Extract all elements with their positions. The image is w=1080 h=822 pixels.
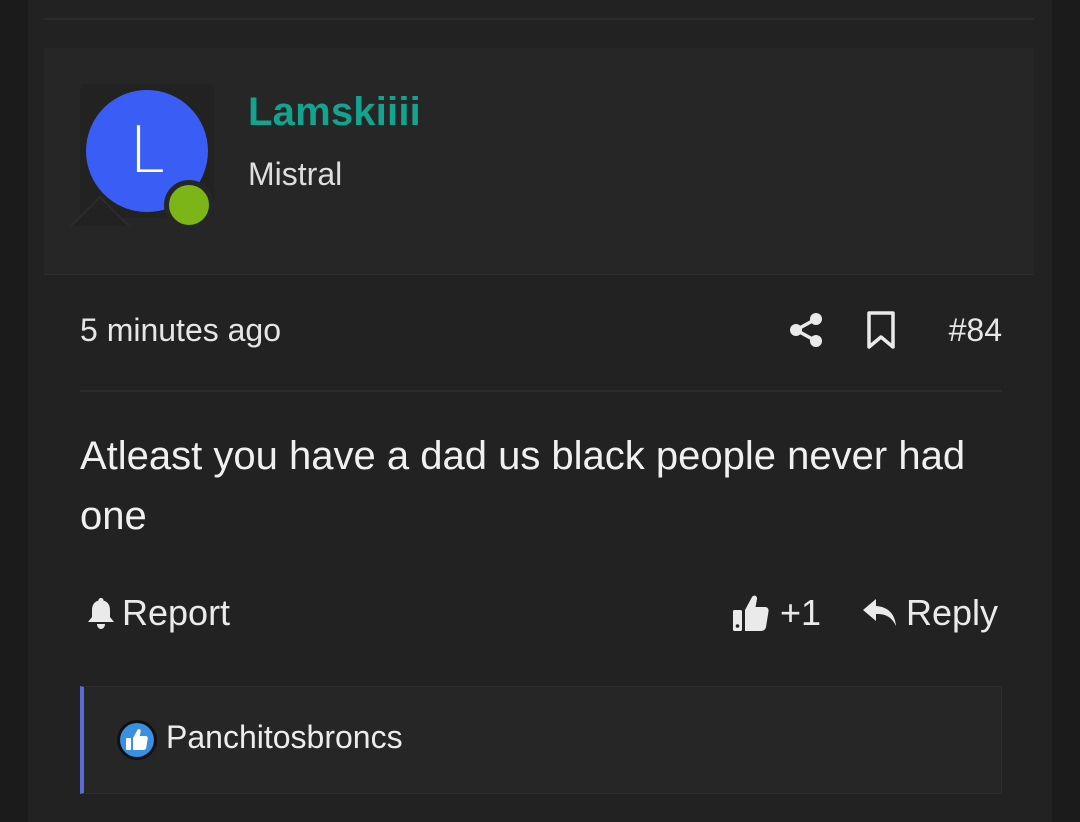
post-meta: 5 minutes ago #84 [80, 300, 1002, 364]
header-pointer-fill [72, 198, 128, 226]
post-number-link[interactable]: #84 [949, 312, 1002, 349]
online-status-indicator [164, 180, 214, 230]
avatar-letter: L [129, 114, 165, 188]
author-header: L Lamskiiii Mistral [44, 48, 1034, 275]
post-timestamp[interactable]: 5 minutes ago [80, 312, 281, 349]
meta-divider [80, 390, 1002, 392]
report-button[interactable]: Report [86, 592, 230, 634]
author-title: Mistral [248, 156, 343, 192]
share-icon[interactable] [786, 310, 826, 350]
reactions-bar[interactable]: Panchitosbroncs [80, 686, 1002, 794]
like-button[interactable]: +1 [732, 592, 821, 634]
reply-button[interactable]: Reply [862, 592, 998, 634]
top-divider [44, 18, 1034, 20]
post-body: Atleast you have a dad us black people n… [80, 434, 966, 538]
bell-icon [88, 598, 114, 629]
bookmark-icon[interactable] [864, 310, 898, 350]
reaction-user-link[interactable]: Panchitosbroncs [166, 719, 403, 756]
like-badge-icon [117, 720, 157, 760]
reply-icon [862, 599, 896, 626]
report-label: Report [122, 592, 231, 633]
post-actions: Report +1 Reply [80, 586, 1002, 646]
reply-label: Reply [905, 592, 998, 633]
like-count: +1 [780, 592, 822, 633]
thumbs-up-icon [733, 595, 769, 631]
author-username[interactable]: Lamskiiii [248, 90, 421, 135]
